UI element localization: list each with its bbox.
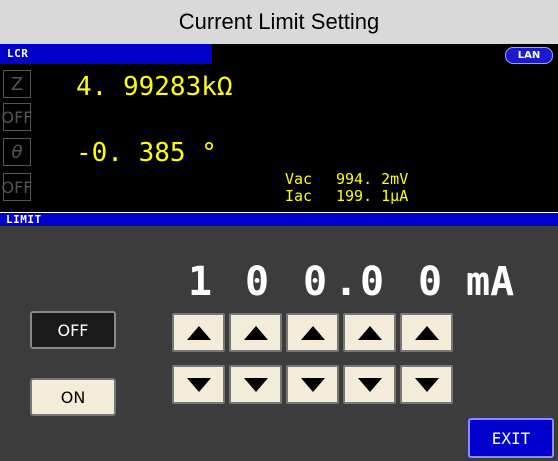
digit-1-down-button[interactable] — [172, 365, 225, 404]
limit-digit-5: 0 — [418, 259, 443, 305]
triangle-up-icon — [300, 325, 325, 340]
limit-section-bar: LIMIT — [0, 212, 558, 226]
digit-3-down-button[interactable] — [286, 365, 339, 404]
triangle-down-icon — [243, 377, 268, 392]
param-4-box: OFF — [1, 173, 33, 201]
triangle-down-icon — [186, 377, 211, 392]
limit-digit-3: 0 — [303, 259, 328, 305]
limit-on-button[interactable]: ON — [30, 378, 116, 416]
param-2-label: OFF — [1, 107, 33, 127]
digit-5-up-button[interactable] — [400, 313, 453, 352]
param-2-box: OFF — [1, 103, 33, 131]
triangle-up-icon — [186, 325, 211, 340]
lan-status-badge: LAN — [505, 47, 553, 64]
limit-digit-1: 1 — [188, 259, 213, 305]
triangle-down-icon — [414, 377, 439, 392]
triangle-down-icon — [300, 377, 325, 392]
mode-label: LCR — [7, 47, 29, 60]
digit-2-up-button[interactable] — [229, 313, 282, 352]
param-1-label: Z — [10, 73, 24, 95]
iac-value: 199. 1μA — [336, 187, 409, 205]
param-3-label: θ — [11, 141, 23, 163]
digit-2-down-button[interactable] — [229, 365, 282, 404]
exit-button[interactable]: EXIT — [468, 418, 554, 458]
vac-value: 994. 2mV — [336, 170, 409, 188]
iac-label: Iac — [285, 187, 313, 205]
limit-on-label: ON — [60, 387, 86, 407]
triangle-up-icon — [414, 325, 439, 340]
param-1-box: Z — [3, 70, 31, 98]
limit-digit-4: 0 — [360, 259, 385, 305]
digit-5-down-button[interactable] — [400, 365, 453, 404]
triangle-up-icon — [357, 325, 382, 340]
limit-digit-2: 0 — [245, 259, 270, 305]
secondary-measurement: -0. 385 ° — [76, 138, 217, 168]
limit-decimal-point: . — [334, 259, 359, 305]
limit-off-label: OFF — [57, 320, 89, 340]
limit-section-label: LIMIT — [6, 213, 42, 226]
page-title-text: Current Limit Setting — [178, 9, 380, 34]
digit-4-down-button[interactable] — [343, 365, 396, 404]
limit-unit: mA — [466, 259, 515, 305]
param-4-label: OFF — [1, 177, 33, 197]
page-title: Current Limit Setting — [0, 0, 558, 44]
digit-3-up-button[interactable] — [286, 313, 339, 352]
triangle-down-icon — [357, 377, 382, 392]
triangle-up-icon — [243, 325, 268, 340]
digit-1-up-button[interactable] — [172, 313, 225, 352]
exit-label: EXIT — [491, 428, 531, 448]
limit-off-button[interactable]: OFF — [30, 311, 116, 349]
param-3-box: θ — [3, 138, 31, 166]
vac-label: Vac — [285, 170, 313, 188]
digit-4-up-button[interactable] — [343, 313, 396, 352]
primary-measurement: 4. 99283kΩ — [76, 72, 233, 102]
